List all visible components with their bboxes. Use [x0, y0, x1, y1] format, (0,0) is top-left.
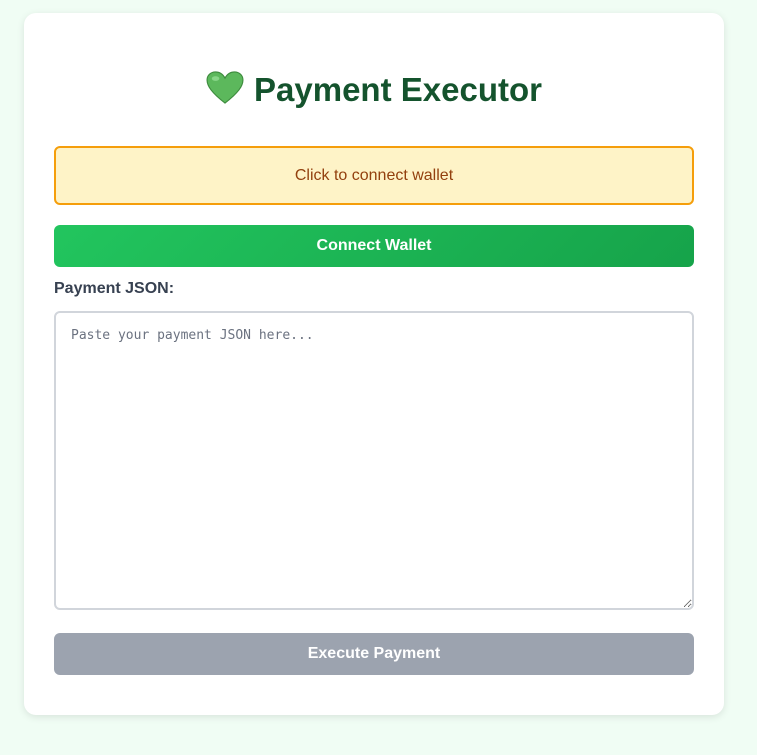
green-heart-icon [206, 71, 244, 104]
payment-card: Payment Executor Click to connect wallet… [24, 13, 724, 715]
page-title: Payment Executor [24, 68, 724, 112]
wallet-status-banner[interactable]: Click to connect wallet [54, 146, 694, 205]
connect-wallet-button[interactable]: Connect Wallet [54, 225, 694, 267]
wallet-status-text: Click to connect wallet [294, 166, 454, 184]
page-title-text: Payment Executor [254, 71, 542, 108]
payment-json-label: Payment JSON: [54, 280, 175, 297]
execute-payment-button[interactable]: Execute Payment [54, 633, 694, 675]
payment-json-input[interactable] [54, 311, 694, 610]
